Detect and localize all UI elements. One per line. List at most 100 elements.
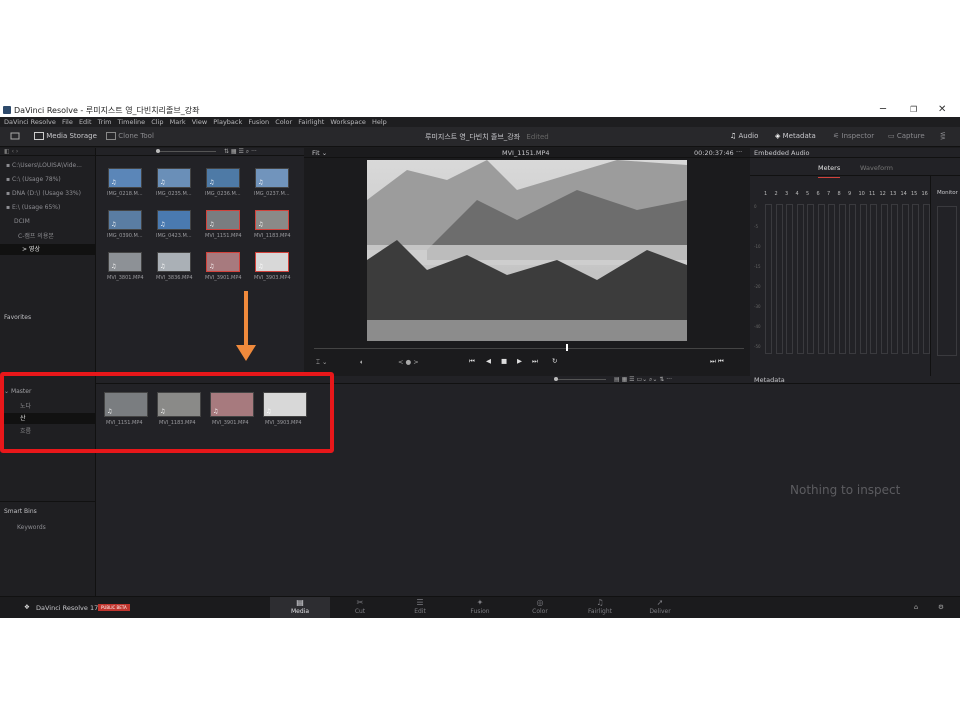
media-thumbnail[interactable]: ♫ <box>206 168 240 188</box>
close-button[interactable]: ✕ <box>938 104 946 115</box>
play-reverse-button[interactable]: ◀ <box>486 357 491 365</box>
tree-item-users[interactable]: ▪ C:\Users\LOUISA\Vide... <box>6 162 82 169</box>
minimize-button[interactable]: ─ <box>880 104 886 115</box>
clone-tool-button[interactable]: Clone Tool <box>106 132 154 140</box>
page-tab-label: Fairlight <box>587 608 612 615</box>
tree-item-e[interactable]: ▪ E:\ (Usage 65%) <box>6 204 60 211</box>
viewer-mode-icon[interactable]: ⌶ ⌄ <box>316 358 327 367</box>
metadata-button[interactable]: ◈ Metadata <box>775 132 816 140</box>
metadata-label: Metadata <box>782 132 816 140</box>
media-thumbnail[interactable]: ♫ <box>206 252 240 272</box>
play-button[interactable]: ▶ <box>517 357 522 365</box>
media-thumbnail[interactable]: ♫ <box>255 168 289 188</box>
media-thumbnail[interactable]: ♫ <box>255 252 289 272</box>
media-filename: MVI_3901.MP4 <box>205 275 242 281</box>
menu-edit[interactable]: Edit <box>79 117 92 127</box>
media-thumbnail[interactable]: ♫ <box>157 210 191 230</box>
page-tab-media[interactable]: ▤ Media <box>270 597 330 618</box>
tree-item-camp[interactable]: C-캠프 의용본 <box>18 231 54 240</box>
loop-button[interactable]: ↻ <box>552 357 557 365</box>
channel-meter <box>880 204 888 354</box>
pool-zoom-slider[interactable] <box>556 379 606 380</box>
volume-icon[interactable]: 🔈︎ <box>360 358 364 367</box>
pool-view-icons[interactable]: ▤ ▦ ☰ ▭⌄ ⌕⌄ ⇅ ··· <box>614 376 672 384</box>
inspector-button[interactable]: ⚟ Inspector <box>833 132 874 140</box>
page-tab-edit[interactable]: ☰ Edit <box>390 597 450 618</box>
media-thumbnail[interactable]: ♫ <box>157 168 191 188</box>
tree-label: C-캠프 의용본 <box>18 233 54 240</box>
audio-note-icon: ♫ <box>209 221 215 228</box>
channel-meter <box>765 204 772 354</box>
media-thumbnail[interactable]: ♫ <box>108 168 142 188</box>
source-viewer: Fit ⌄ MVI_1151.MP4 00:20:37:46 ··· ⌶ ⌄ 🔈… <box>304 148 750 376</box>
tree-header: ◧ ‹ › <box>0 148 96 156</box>
tree-item-dcim[interactable]: DCIM <box>14 218 30 225</box>
page-tab-deliver[interactable]: ➚ Deliver <box>630 597 690 618</box>
settings-gear-icon[interactable]: ⚙ <box>938 603 944 611</box>
panel-toggle-icon[interactable] <box>10 131 20 143</box>
tab-meters[interactable]: Meters <box>818 164 841 178</box>
menu-color[interactable]: Color <box>275 117 292 127</box>
smart-bin-keywords[interactable]: Keywords <box>17 524 46 531</box>
db-tick-label: -15 <box>754 264 761 269</box>
divider <box>0 501 96 502</box>
playhead-marker[interactable] <box>566 344 568 351</box>
audio-note-icon: ♫ <box>730 132 737 140</box>
menu-playback[interactable]: Playback <box>213 117 242 127</box>
menu-file[interactable]: File <box>62 117 73 127</box>
annotation-arrow-icon <box>236 291 256 361</box>
menu-mark[interactable]: Mark <box>170 117 186 127</box>
pool-zoom-handle[interactable] <box>554 377 558 381</box>
media-thumbnail[interactable]: ♫ <box>206 210 240 230</box>
tree-item-c[interactable]: ▪ C:\ (Usage 78%) <box>6 176 61 183</box>
tree-nav-icon[interactable]: ◧ ‹ › <box>4 148 18 155</box>
menu-clip[interactable]: Clip <box>151 117 163 127</box>
smart-bins-label: Smart Bins <box>4 508 37 515</box>
audio-note-icon: ♫ <box>160 179 166 186</box>
media-thumbnail[interactable]: ♫ <box>157 252 191 272</box>
media-thumbnail[interactable]: ♫ <box>108 210 142 230</box>
menu-help[interactable]: Help <box>372 117 387 127</box>
tab-waveform[interactable]: Waveform <box>860 164 893 172</box>
page-tab-cut[interactable]: ✂ Cut <box>330 597 390 618</box>
fit-dropdown[interactable]: Fit ⌄ <box>312 149 327 157</box>
page-tab-color[interactable]: ◎ Color <box>510 597 570 618</box>
view-mode-icons[interactable]: ⇅ ▦ ☰ ⌕ ··· <box>224 148 257 156</box>
skip-forward-button[interactable]: ⏭ <box>532 357 538 366</box>
tree-item-video-selected[interactable]: > 영상 <box>0 244 96 255</box>
maximize-button[interactable]: ❐ <box>910 105 917 114</box>
collapse-icon[interactable]: ⋚ <box>940 132 946 140</box>
media-thumbnail[interactable]: ♫ <box>255 210 289 230</box>
stop-button[interactable]: ■ <box>501 357 507 365</box>
media-page-icon: ▤ <box>296 598 304 607</box>
media-storage-button[interactable]: Media Storage <box>34 132 97 140</box>
home-icon[interactable]: ⌂ <box>914 603 918 611</box>
capture-button[interactable]: ▭ Capture <box>888 132 925 140</box>
menu-trim[interactable]: Trim <box>98 117 112 127</box>
page-tab-fusion[interactable]: ✦ Fusion <box>450 597 510 618</box>
zoom-slider-handle[interactable] <box>156 149 160 153</box>
tree-label: C:\Users\LOUISA\Vide... <box>11 162 82 169</box>
mark-in-icon[interactable]: ⏭ ⏮ <box>710 357 724 366</box>
channel-number: 14 <box>900 191 907 197</box>
media-thumbnail[interactable]: ♫ <box>108 252 142 272</box>
channel-number: 4 <box>795 191 799 197</box>
menu-fairlight[interactable]: Fairlight <box>298 117 324 127</box>
tree-item-d[interactable]: ▪ DNA (D:\) (Usage 33%) <box>6 190 81 197</box>
browser-toolbar: ⇅ ▦ ☰ ⌕ ··· <box>96 148 304 156</box>
page-navigation-bar: ❖ DaVinci Resolve 17 PUBLIC BETA ▤ Media ✂… <box>0 596 960 618</box>
menu-workspace[interactable]: Workspace <box>330 117 366 127</box>
page-tab-fairlight[interactable]: ♫ Fairlight <box>570 597 630 618</box>
menu-fusion[interactable]: Fusion <box>248 117 269 127</box>
channel-number: 15 <box>911 191 918 197</box>
menu-timeline[interactable]: Timeline <box>118 117 146 127</box>
audio-button[interactable]: ♫ Audio <box>730 132 758 140</box>
audio-meter-panel: Embedded Audio Meters Waveform 12 34 56 78 9… <box>750 148 960 376</box>
menu-davinci[interactable]: DaVinci Resolve <box>4 117 56 127</box>
viewer-options-icon[interactable]: ··· <box>736 148 742 156</box>
zoom-slider[interactable] <box>156 151 216 152</box>
skip-back-button[interactable]: ⏮ <box>469 357 475 366</box>
menu-view[interactable]: View <box>192 117 207 127</box>
scrubber-track[interactable] <box>314 348 744 349</box>
frame-step-control[interactable]: < ● > <box>398 358 419 366</box>
